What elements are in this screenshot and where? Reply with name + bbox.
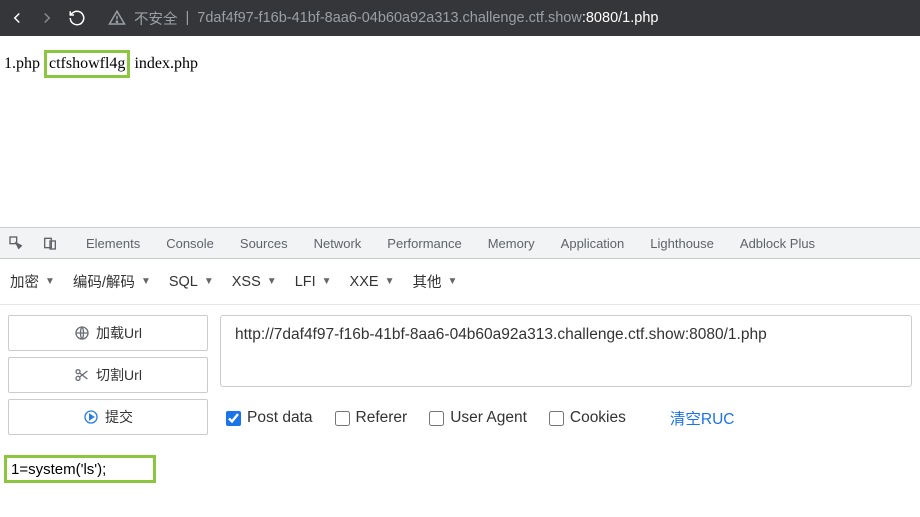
flag-file-highlight: ctfshowfl4g <box>44 50 130 78</box>
caret-down-icon: ▼ <box>204 276 214 287</box>
button-column: 加载Url 切割Url 提交 <box>8 315 208 435</box>
post-data-input[interactable] <box>4 455 156 483</box>
user-agent-checkbox[interactable]: User Agent <box>429 409 527 427</box>
url-text: 7daf4f97-f16b-41bf-8aa6-04b60a92a313.cha… <box>197 10 658 26</box>
caret-down-icon: ▼ <box>447 276 457 287</box>
caret-down-icon: ▼ <box>141 276 151 287</box>
address-bar[interactable]: 不安全 | 7daf4f97-f16b-41bf-8aa6-04b60a92a3… <box>98 8 658 29</box>
split-url-label: 切割Url <box>96 365 142 385</box>
tab-sources[interactable]: Sources <box>236 236 292 251</box>
insecure-warning-icon <box>108 9 126 27</box>
spacer <box>0 92 920 227</box>
tab-adblock[interactable]: Adblock Plus <box>736 236 819 251</box>
scissors-icon <box>74 367 90 383</box>
caret-down-icon: ▼ <box>267 276 277 287</box>
load-url-label: 加载Url <box>96 323 142 343</box>
payload-row <box>0 445 920 489</box>
submit-button[interactable]: 提交 <box>8 399 208 435</box>
tab-network[interactable]: Network <box>310 236 366 251</box>
menu-encode[interactable]: 编码/解码▼ <box>73 271 151 292</box>
menu-encrypt[interactable]: 加密▼ <box>10 271 55 292</box>
back-icon[interactable] <box>8 9 26 27</box>
tab-performance[interactable]: Performance <box>383 236 465 251</box>
post-data-check[interactable] <box>226 411 241 426</box>
referer-checkbox[interactable]: Referer <box>335 409 408 427</box>
reload-icon[interactable] <box>68 9 86 27</box>
hackbar-panel: 加载Url 切割Url 提交 Post data Referer User Ag… <box>0 305 920 445</box>
insecure-label: 不安全 <box>134 8 178 29</box>
device-toggle-icon[interactable] <box>42 235 58 251</box>
page-body: 1.php ctfshowfl4g index.php <box>0 36 920 92</box>
forward-icon[interactable] <box>38 9 56 27</box>
caret-down-icon: ▼ <box>322 276 332 287</box>
hackbar-toolbar: 加密▼ 编码/解码▼ SQL▼ XSS▼ LFI▼ XXE▼ 其他▼ <box>0 259 920 305</box>
referer-check[interactable] <box>335 411 350 426</box>
load-url-button[interactable]: 加载Url <box>8 315 208 351</box>
right-column: Post data Referer User Agent Cookies 清空R… <box>220 315 912 429</box>
menu-xxe[interactable]: XXE▼ <box>350 274 395 290</box>
caret-down-icon: ▼ <box>385 276 395 287</box>
menu-lfi[interactable]: LFI▼ <box>295 274 332 290</box>
cookies-checkbox[interactable]: Cookies <box>549 409 626 427</box>
submit-label: 提交 <box>105 407 133 427</box>
cookies-check[interactable] <box>549 411 564 426</box>
tab-lighthouse[interactable]: Lighthouse <box>646 236 718 251</box>
post-data-checkbox[interactable]: Post data <box>226 409 313 427</box>
world-icon <box>74 325 90 341</box>
ua-check[interactable] <box>429 411 444 426</box>
caret-down-icon: ▼ <box>45 276 55 287</box>
file-list-after: index.php <box>130 55 198 72</box>
options-row: Post data Referer User Agent Cookies 清空R… <box>220 407 912 429</box>
menu-other[interactable]: 其他▼ <box>412 271 457 292</box>
separator: | <box>186 10 190 26</box>
browser-nav-bar: 不安全 | 7daf4f97-f16b-41bf-8aa6-04b60a92a3… <box>0 0 920 36</box>
inspect-icon[interactable] <box>8 235 24 251</box>
tab-memory[interactable]: Memory <box>484 236 539 251</box>
tab-console[interactable]: Console <box>162 236 218 251</box>
devtools-tabstrip: Elements Console Sources Network Perform… <box>0 227 920 259</box>
split-url-button[interactable]: 切割Url <box>8 357 208 393</box>
menu-sql[interactable]: SQL▼ <box>169 274 214 290</box>
url-input[interactable] <box>220 315 912 387</box>
clear-ruc-link[interactable]: 清空RUC <box>670 407 735 429</box>
tab-application[interactable]: Application <box>557 236 629 251</box>
menu-xss[interactable]: XSS▼ <box>232 274 277 290</box>
file-list-before: 1.php <box>4 55 44 72</box>
play-icon <box>83 409 99 425</box>
tab-elements[interactable]: Elements <box>82 236 144 251</box>
